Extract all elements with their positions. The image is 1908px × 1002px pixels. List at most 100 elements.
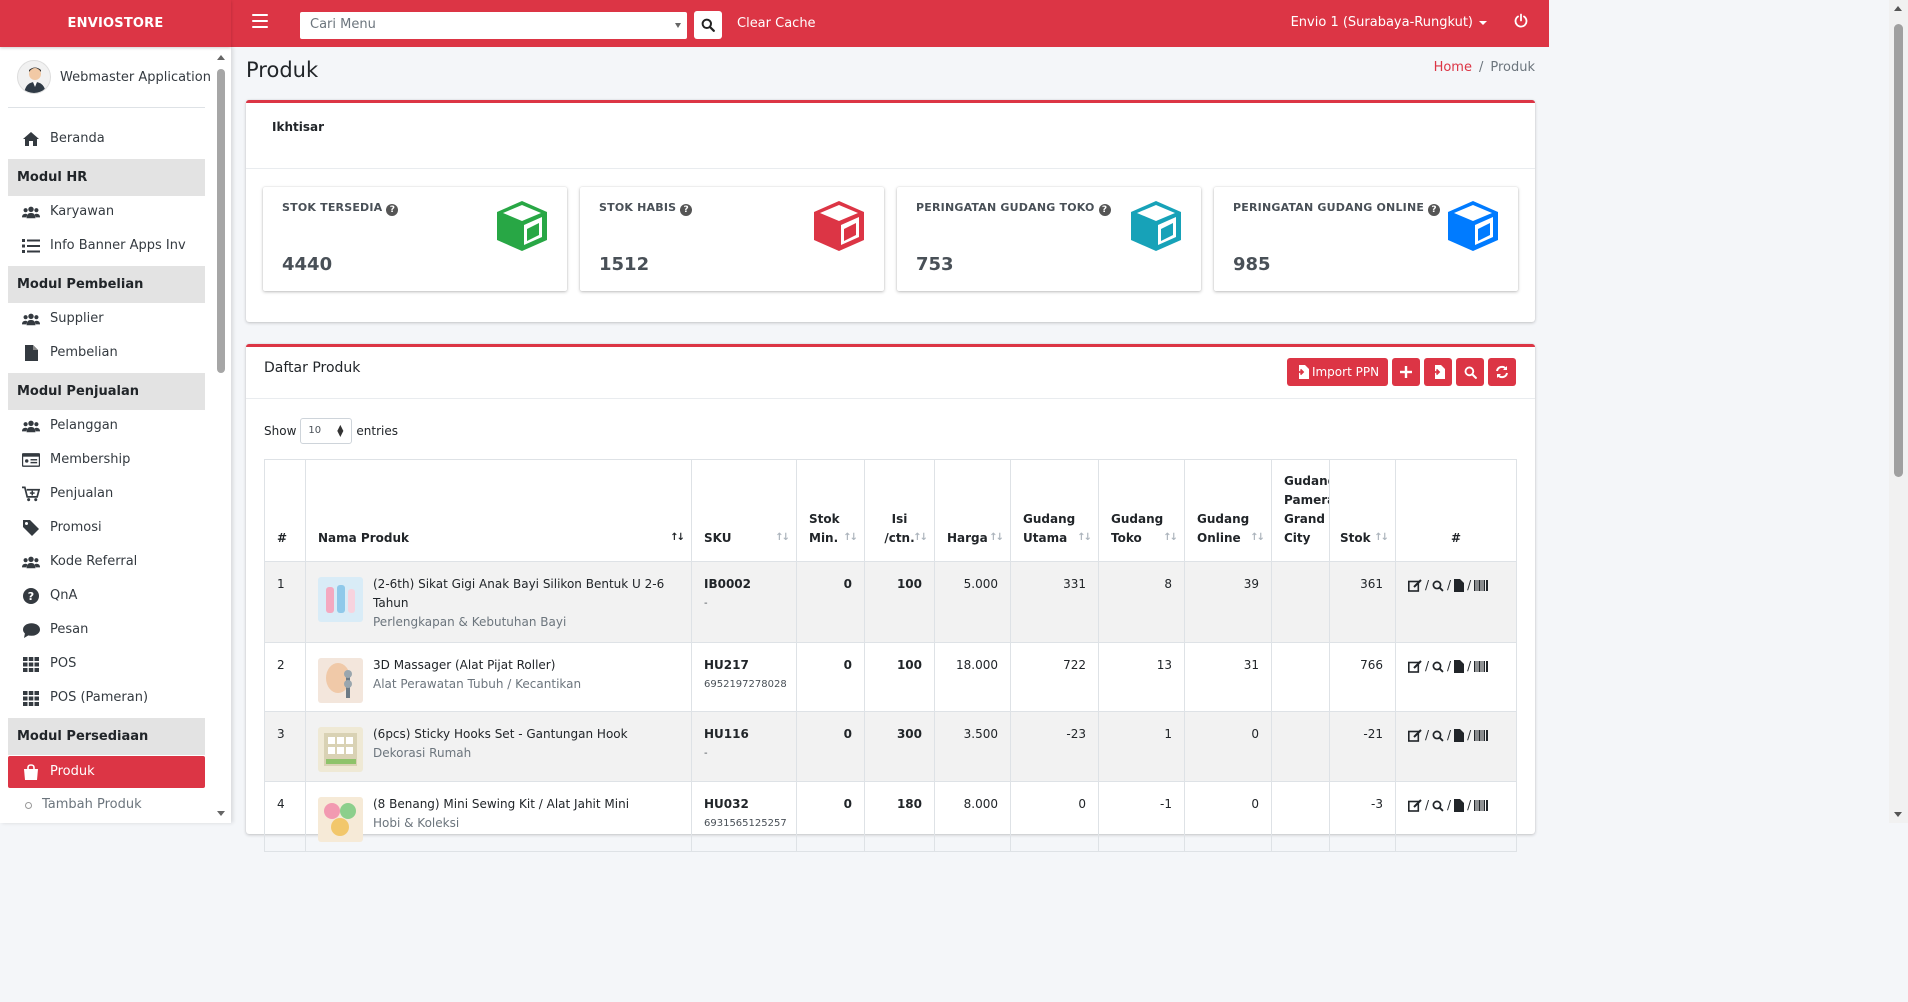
product-list-title: Daftar Produk (264, 360, 361, 376)
circle-icon (25, 802, 32, 809)
column-header-stok[interactable]: Stok ↑↓ (1329, 459, 1396, 562)
table-row: 4 (8 Benang) Mini Sewing Kit / Alat Jahi… (264, 781, 1517, 852)
barcode-icon[interactable] (1474, 800, 1489, 811)
section-header-hr: Modul HR (8, 159, 205, 196)
entries-select[interactable]: 10 ▲ ▼ (300, 418, 353, 444)
page-scrollbar[interactable] (1889, 0, 1908, 823)
table-row: 2 3D Massager (Alat Pijat Roller) Alat Pe… (264, 642, 1517, 712)
add-product-button[interactable] (1392, 358, 1420, 386)
sidebar-item-beranda[interactable]: Beranda (8, 123, 205, 155)
users-icon (22, 556, 40, 569)
sidebar-item-tambah-produk[interactable]: Tambah Produk (8, 789, 205, 821)
file-import-icon (1295, 365, 1309, 379)
product-thumbnail (318, 727, 363, 772)
sort-icon: ↑↓ (913, 532, 928, 543)
file-icon[interactable] (1454, 660, 1465, 673)
page-title: Produk (246, 58, 319, 82)
branch-dropdown[interactable]: Envio 1 (Surabaya-Rungkut) (1291, 15, 1487, 30)
page-scrollbar-thumb[interactable] (1894, 24, 1903, 477)
main-content: Produk Home / Produk Ikhtisar STOK TERSEDI… (231, 47, 1549, 852)
search-icon (701, 18, 715, 32)
sidebar-item-pesan[interactable]: Pesan (8, 614, 205, 646)
table-row: 3 (6pcs) Sticky Hooks Set - Gantungan Ho… (264, 711, 1517, 782)
sidebar-item-pembelian[interactable]: Pembelian (8, 337, 205, 369)
sidebar-item-kode-referral[interactable]: Kode Referral (8, 546, 205, 578)
sidebar-item-supplier[interactable]: Supplier (8, 303, 205, 335)
sidebar-item-produk[interactable]: Produk (8, 756, 205, 788)
sidebar: Webmaster Application Beranda Modul HR K… (0, 47, 231, 823)
product-list-card: Daftar Produk Import PPN Show 10 ▲ ▼ entri… (246, 344, 1535, 852)
sort-icon: ↑↓ (1163, 532, 1178, 543)
column-header-gudang-utama[interactable]: Gudang Utama ↑↓ (1010, 459, 1099, 562)
search-icon[interactable] (1432, 661, 1444, 673)
barcode-icon[interactable] (1474, 580, 1489, 591)
cube-icon (814, 201, 864, 251)
search-icon (1464, 366, 1477, 379)
edit-icon[interactable] (1408, 729, 1422, 742)
search-icon[interactable] (1432, 580, 1444, 592)
file-icon[interactable] (1454, 579, 1465, 592)
file-icon[interactable] (1454, 799, 1465, 812)
barcode-icon[interactable] (1474, 661, 1489, 672)
sidebar-scrollbar-thumb[interactable] (217, 69, 225, 373)
stat-stok-tersedia: STOK TERSEDIA? 4440 (263, 187, 567, 291)
sidebar-scrollbar[interactable] (214, 47, 229, 823)
clear-cache-link[interactable]: Clear Cache (737, 16, 816, 31)
sidebar-item-info-banner[interactable]: Info Banner Apps Inv (8, 230, 205, 262)
breadcrumb-home-link[interactable]: Home (1434, 60, 1472, 75)
user-panel[interactable]: Webmaster Application (17, 60, 211, 94)
column-header-stok-min[interactable]: Stok Min. ↑↓ (796, 459, 865, 562)
import-ppn-button[interactable]: Import PPN (1287, 358, 1388, 386)
product-thumbnail (318, 658, 363, 703)
breadcrumb-current: Produk (1490, 60, 1535, 75)
sort-icon: ↑↓ (1250, 532, 1265, 543)
file-icon[interactable] (1454, 729, 1465, 742)
sidebar-item-penjualan[interactable]: Penjualan (8, 478, 205, 510)
section-header-persediaan: Modul Persediaan (8, 718, 205, 755)
search-toggle-button[interactable] (1456, 358, 1484, 386)
comment-icon (22, 622, 40, 638)
barcode-icon[interactable] (1474, 730, 1489, 741)
plus-icon (1400, 366, 1412, 378)
select-caret-icon (675, 23, 681, 28)
import-button[interactable] (1424, 358, 1452, 386)
power-icon[interactable] (1513, 13, 1529, 29)
help-icon[interactable]: ? (1428, 204, 1441, 216)
hamburger-menu-icon[interactable] (252, 14, 268, 28)
edit-icon[interactable] (1408, 579, 1422, 592)
sort-icon: ↑↓ (843, 532, 858, 543)
column-header-sku[interactable]: SKU ↑↓ (691, 459, 797, 562)
refresh-icon (1496, 365, 1508, 379)
sidebar-item-pelanggan[interactable]: Pelanggan (8, 410, 205, 442)
help-icon[interactable]: ? (386, 204, 399, 216)
brand-logo[interactable]: ENVIOSTORE (0, 0, 231, 47)
refresh-button[interactable] (1488, 358, 1516, 386)
id-card-icon (22, 453, 40, 467)
column-header-name[interactable]: Nama Produk ↑↓ (305, 459, 692, 562)
file-import-icon (1431, 365, 1445, 379)
sidebar-item-pos[interactable]: POS (8, 648, 205, 680)
menu-search-select[interactable]: Cari Menu (300, 12, 687, 39)
sidebar-item-pos-pameran[interactable]: POS (Pameran) (8, 682, 205, 714)
search-button[interactable] (694, 11, 722, 39)
edit-icon[interactable] (1408, 660, 1422, 673)
search-icon[interactable] (1432, 730, 1444, 742)
cart-plus-icon (22, 486, 40, 502)
column-header-isi[interactable]: Isi /ctn. ↑↓ (864, 459, 935, 562)
help-icon[interactable]: ? (1098, 204, 1111, 216)
sidebar-item-qna[interactable]: ? QnA (8, 580, 205, 612)
sidebar-item-promosi[interactable]: Promosi (8, 512, 205, 544)
help-icon[interactable]: ? (680, 204, 693, 216)
product-thumbnail (318, 577, 363, 622)
sort-icon: ↑↓ (775, 532, 790, 543)
column-header-gudang-toko[interactable]: Gudang Toko ↑↓ (1098, 459, 1185, 562)
search-icon[interactable] (1432, 800, 1444, 812)
column-header-gudang-online[interactable]: Gudang Online ↑↓ (1184, 459, 1272, 562)
column-header-harga[interactable]: Harga ↑↓ (934, 459, 1011, 562)
section-header-pembelian: Modul Pembelian (8, 266, 205, 303)
sidebar-item-karyawan[interactable]: Karyawan (8, 196, 205, 228)
edit-icon[interactable] (1408, 799, 1422, 812)
sidebar-item-membership[interactable]: Membership (8, 444, 205, 476)
column-header-gudang-pameran[interactable]: Gudang Pameran Grand City (1271, 459, 1330, 562)
stat-peringatan-gudang-toko: PERINGATAN GUDANG TOKO? 753 (897, 187, 1201, 291)
